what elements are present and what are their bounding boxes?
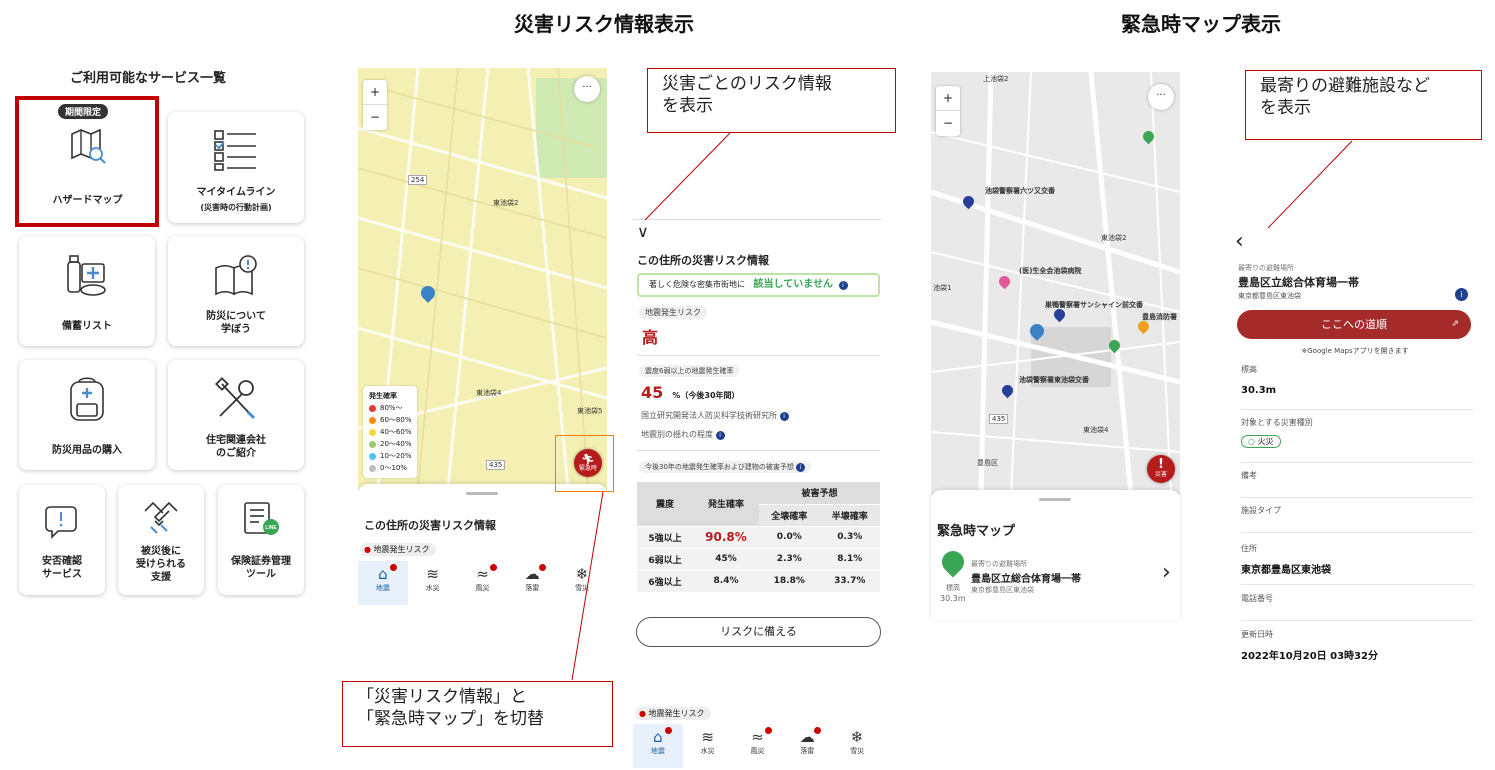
- note-risk-info: 災害ごとのリスク情報 を表示: [647, 68, 896, 133]
- note-nearest: 最寄りの避難施設など を表示: [1245, 70, 1482, 140]
- note-switch: 「災害リスク情報」と 「緊急時マップ」を切替: [342, 681, 613, 747]
